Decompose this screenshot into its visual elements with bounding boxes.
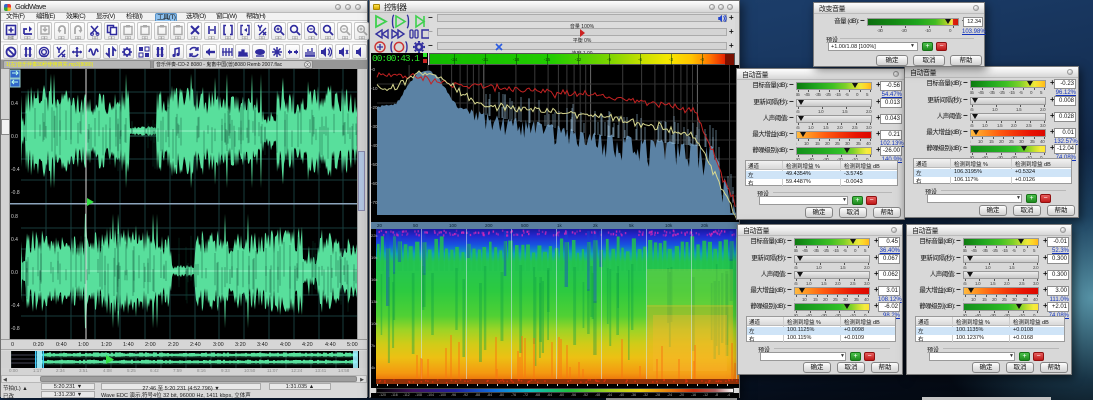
svg-text:-60: -60 [371, 181, 378, 186]
svg-text:0.0: 0.0 [11, 270, 18, 276]
svg-text:-0.4: -0.4 [11, 303, 20, 309]
svg-text:-30: -30 [371, 124, 378, 129]
svg-text:7k: 7k [371, 343, 375, 348]
svg-text:-0.4: -0.4 [11, 167, 20, 173]
svg-text:-0: -0 [371, 67, 375, 72]
svg-text:-50: -50 [371, 162, 378, 167]
svg-text:-0.8: -0.8 [11, 190, 20, 196]
svg-text:-20: -20 [371, 105, 378, 110]
svg-text:-0.8: -0.8 [11, 326, 20, 332]
svg-text:-40: -40 [371, 143, 378, 148]
svg-text:10k: 10k [371, 321, 377, 326]
svg-text:0.0: 0.0 [11, 134, 18, 140]
svg-text:4k: 4k [371, 365, 375, 370]
svg-text:19k: 19k [371, 255, 377, 260]
svg-text:-10: -10 [371, 86, 378, 91]
svg-text:-70: -70 [371, 200, 378, 205]
svg-text:16k: 16k [371, 277, 377, 282]
svg-text:22k: 22k [371, 233, 377, 238]
svg-text:13k: 13k [371, 299, 377, 304]
svg-text:0.8: 0.8 [11, 214, 18, 220]
svg-text:0.4: 0.4 [11, 237, 18, 243]
svg-text:0.4: 0.4 [11, 101, 18, 107]
